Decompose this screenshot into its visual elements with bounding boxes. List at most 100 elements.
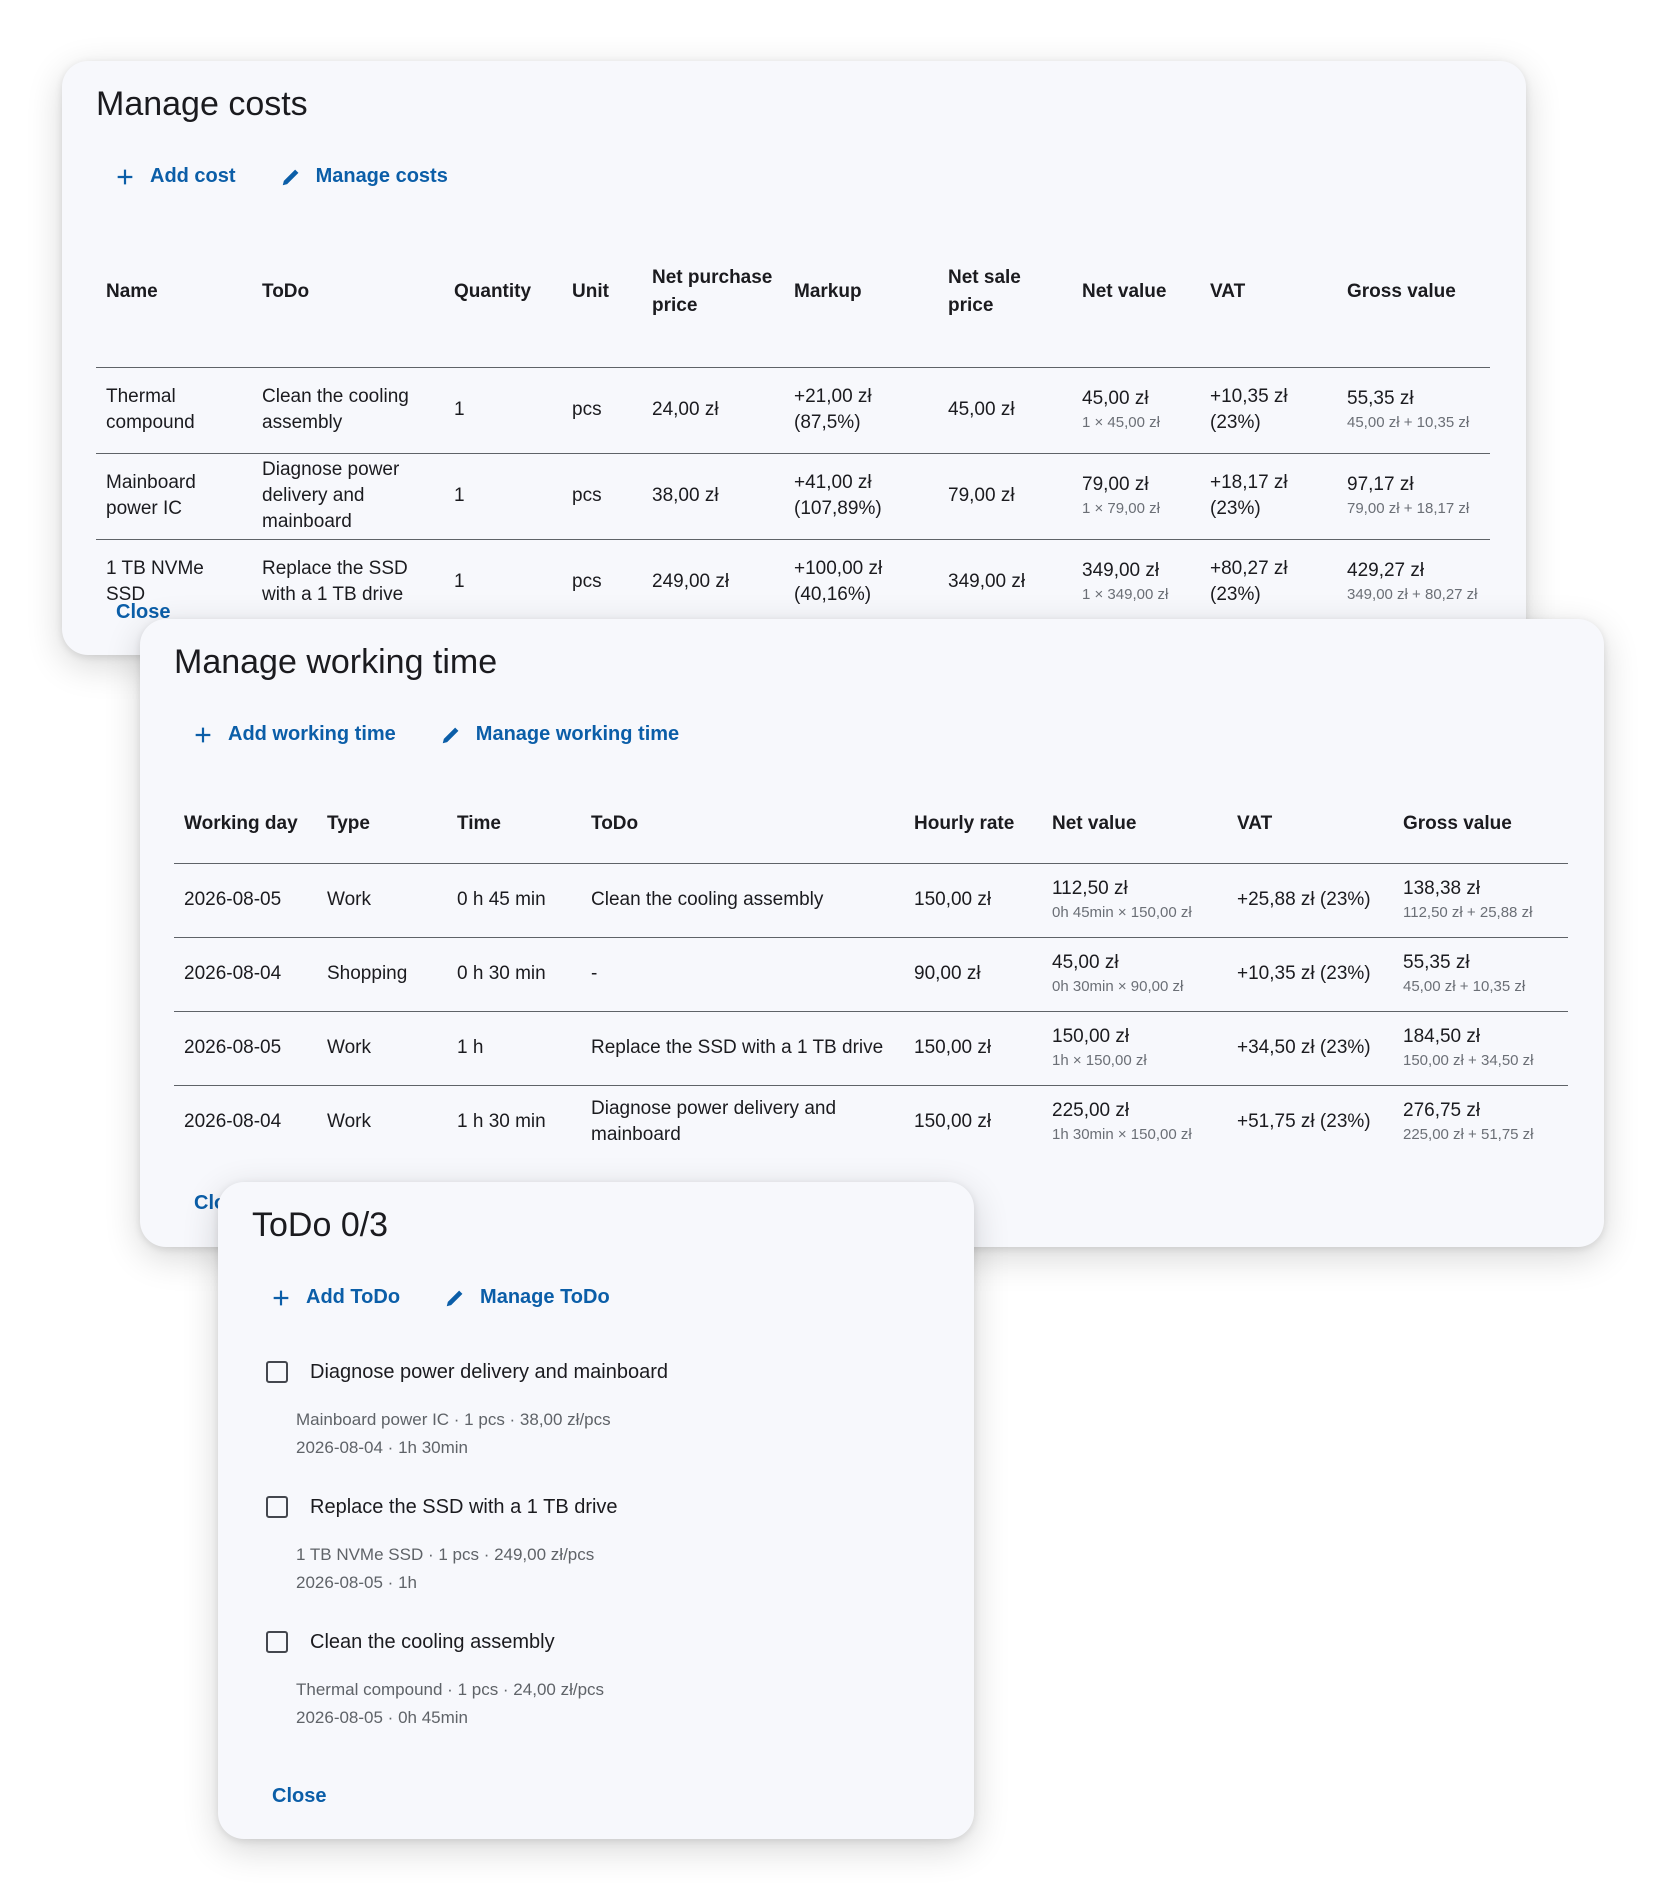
cost-net-purchase-cell: 24,00 zł bbox=[642, 367, 784, 453]
cost-name-cell: Thermal compound bbox=[96, 367, 252, 453]
time-day-cell: 2026-08-04 bbox=[174, 1085, 317, 1159]
table-row[interactable]: 1 TB NVMe SSD Replace the SSD with a 1 TB… bbox=[96, 539, 1490, 625]
cost-markup-cell: +41,00 zł (107,89%) bbox=[784, 453, 938, 539]
manage-todo-label: Manage ToDo bbox=[480, 1286, 610, 1308]
cost-name-cell: Mainboard power IC bbox=[96, 453, 252, 539]
time-vat-cell: +25,88 zł (23%) bbox=[1227, 863, 1393, 937]
time-rate-cell: 150,00 zł bbox=[904, 1085, 1042, 1159]
cost-unit-cell: pcs bbox=[562, 453, 642, 539]
column-header: Gross value bbox=[1403, 812, 1512, 834]
add-todo-button[interactable]: Add ToDo bbox=[252, 1278, 418, 1317]
table-row[interactable]: Thermal compound Clean the cooling assemb… bbox=[96, 367, 1490, 453]
time-toolbar: Add working time Manage working time bbox=[174, 715, 697, 754]
close-button[interactable]: Close bbox=[272, 1785, 326, 1808]
cost-gross-value-cell-detail: 79,00 zł + 18,17 zł bbox=[1347, 500, 1470, 517]
plus-icon bbox=[114, 166, 136, 188]
todo-item: Diagnose power delivery and mainboard Ma… bbox=[266, 1352, 926, 1487]
time-duration-cell: 0 h 45 min bbox=[447, 863, 581, 937]
column-header: Net value bbox=[1082, 280, 1167, 302]
time-vat-cell-value: +25,88 zł (23%) bbox=[1237, 889, 1371, 910]
todo-toolbar: Add ToDo Manage ToDo bbox=[252, 1278, 628, 1317]
cost-net-value-cell-value: 79,00 zł bbox=[1082, 474, 1149, 495]
todo-title: Diagnose power delivery and mainboard bbox=[310, 1360, 668, 1383]
add-working-time-button[interactable]: Add working time bbox=[174, 715, 414, 754]
cost-vat-cell: +80,27 zł (23%) bbox=[1200, 539, 1337, 625]
cost-vat-cell-value: +10,35 zł (23%) bbox=[1210, 386, 1288, 433]
cost-net-value-cell-detail: 1 × 79,00 zł bbox=[1082, 500, 1160, 517]
cost-unit-cell-value: pcs bbox=[572, 485, 602, 506]
time-net-value-cell: 225,00 zł 1h 30min × 150,00 zł bbox=[1042, 1085, 1227, 1159]
todo-list: Diagnose power delivery and mainboard Ma… bbox=[266, 1352, 926, 1757]
manage-todo-button[interactable]: Manage ToDo bbox=[426, 1278, 628, 1317]
cost-net-purchase-cell-value: 249,00 zł bbox=[652, 571, 730, 593]
time-todo-cell-value: Replace the SSD with a 1 TB drive bbox=[591, 1037, 884, 1058]
cost-unit-cell: pcs bbox=[562, 367, 642, 453]
todo-title: Clean the cooling assembly bbox=[310, 1630, 555, 1653]
time-duration-cell-value: 1 h bbox=[457, 1037, 484, 1058]
column-header: VAT bbox=[1237, 812, 1273, 834]
cost-quantity-cell-value: 1 bbox=[454, 485, 465, 506]
table-header-row: Working day Type Time ToDo Hourly rate N… bbox=[174, 785, 1568, 863]
add-todo-label: Add ToDo bbox=[306, 1286, 401, 1308]
table-row[interactable]: 2026-08-05 Work 1 h Replace the SSD with a … bbox=[174, 1011, 1568, 1085]
cost-name-cell-value: Mainboard power IC bbox=[106, 472, 196, 519]
plus-icon bbox=[270, 1287, 292, 1309]
time-day-cell-value: 2026-08-04 bbox=[184, 1111, 282, 1133]
time-gross-value-cell-detail: 225,00 zł + 51,75 zł bbox=[1403, 1126, 1534, 1144]
time-gross-value-cell: 55,35 zł 45,00 zł + 10,35 zł bbox=[1393, 937, 1568, 1011]
time-day-cell-value: 2026-08-05 bbox=[184, 889, 282, 910]
time-duration-cell: 1 h bbox=[447, 1011, 581, 1085]
table-row[interactable]: 2026-08-05 Work 0 h 45 min Clean the coolin… bbox=[174, 863, 1568, 937]
time-gross-value-cell-value: 55,35 zł bbox=[1403, 952, 1470, 973]
todo-checkbox[interactable] bbox=[266, 1631, 288, 1653]
table-row[interactable]: Mainboard power IC Diagnose power deliver… bbox=[96, 453, 1490, 539]
column-header: ToDo bbox=[591, 812, 639, 834]
table-row[interactable]: 2026-08-04 Work 1 h 30 min Diagnose power d… bbox=[174, 1085, 1568, 1159]
todo-meta-cost: Mainboard power IC · 1 pcs · 38,00 zł/pc… bbox=[296, 1410, 611, 1429]
table-row[interactable]: 2026-08-04 Shopping 0 h 30 min - 90,00 zł 45,… bbox=[174, 937, 1568, 1011]
cost-unit-cell-value: pcs bbox=[572, 399, 602, 420]
add-cost-label: Add cost bbox=[150, 165, 236, 187]
time-net-value-cell-detail: 1h 30min × 150,00 zł bbox=[1052, 1126, 1192, 1144]
add-cost-button[interactable]: Add cost bbox=[96, 157, 254, 196]
cost-vat-cell: +10,35 zł (23%) bbox=[1200, 367, 1337, 453]
cost-net-sale-cell: 79,00 zł bbox=[938, 453, 1072, 539]
column-header: Net value bbox=[1052, 812, 1137, 834]
column-header: Gross value bbox=[1347, 280, 1456, 302]
column-header: Time bbox=[457, 812, 502, 834]
cost-net-value-cell: 349,00 zł 1 × 349,00 zł bbox=[1072, 539, 1200, 625]
time-gross-value-cell: 138,38 zł 112,50 zł + 25,88 zł bbox=[1393, 863, 1568, 937]
time-day-cell: 2026-08-04 bbox=[174, 937, 317, 1011]
manage-costs-button[interactable]: Manage costs bbox=[262, 157, 466, 196]
cost-todo-cell-value: Diagnose power delivery and mainboard bbox=[262, 459, 400, 532]
cost-markup-cell-value: +41,00 zł (107,89%) bbox=[794, 472, 882, 519]
cost-net-purchase-cell: 38,00 zł bbox=[642, 453, 784, 539]
time-rate-cell: 90,00 zł bbox=[904, 937, 1042, 1011]
cost-net-purchase-cell-value: 38,00 zł bbox=[652, 485, 719, 506]
time-vat-cell-value: +10,35 zł (23%) bbox=[1237, 963, 1371, 984]
cost-gross-value-cell: 429,27 zł 349,00 zł + 80,27 zł bbox=[1337, 539, 1490, 625]
time-vat-cell-value: +34,50 zł (23%) bbox=[1237, 1037, 1371, 1058]
time-type-cell-value: Shopping bbox=[327, 963, 408, 984]
manage-costs-label: Manage costs bbox=[315, 165, 448, 187]
cost-todo-cell-value: Clean the cooling assembly bbox=[262, 386, 409, 433]
time-todo-cell-value: Diagnose power delivery and mainboard bbox=[591, 1098, 837, 1146]
column-header: Net purchase price bbox=[652, 266, 773, 316]
cost-net-sale-cell: 45,00 zł bbox=[938, 367, 1072, 453]
time-rate-cell-value: 150,00 zł bbox=[914, 1037, 992, 1058]
manage-working-time-button[interactable]: Manage working time bbox=[422, 715, 697, 754]
todo-item: Clean the cooling assembly Thermal compo… bbox=[266, 1622, 926, 1757]
cost-net-purchase-cell-value: 24,00 zł bbox=[652, 399, 719, 420]
time-type-cell-value: Work bbox=[327, 1111, 371, 1133]
cost-vat-cell-value: +18,17 zł (23%) bbox=[1210, 472, 1288, 519]
cost-net-sale-cell-value: 79,00 zł bbox=[948, 485, 1015, 506]
time-todo-cell: Clean the cooling assembly bbox=[581, 863, 904, 937]
time-rate-cell: 150,00 zł bbox=[904, 1011, 1042, 1085]
column-header: VAT bbox=[1210, 280, 1246, 302]
todo-checkbox[interactable] bbox=[266, 1496, 288, 1518]
time-day-cell: 2026-08-05 bbox=[174, 863, 317, 937]
cost-gross-value-cell-detail: 349,00 zł + 80,27 zł bbox=[1347, 586, 1478, 604]
time-net-value-cell-value: 45,00 zł bbox=[1052, 952, 1119, 973]
todo-checkbox[interactable] bbox=[266, 1361, 288, 1383]
cost-net-value-cell-value: 45,00 zł bbox=[1082, 388, 1149, 409]
